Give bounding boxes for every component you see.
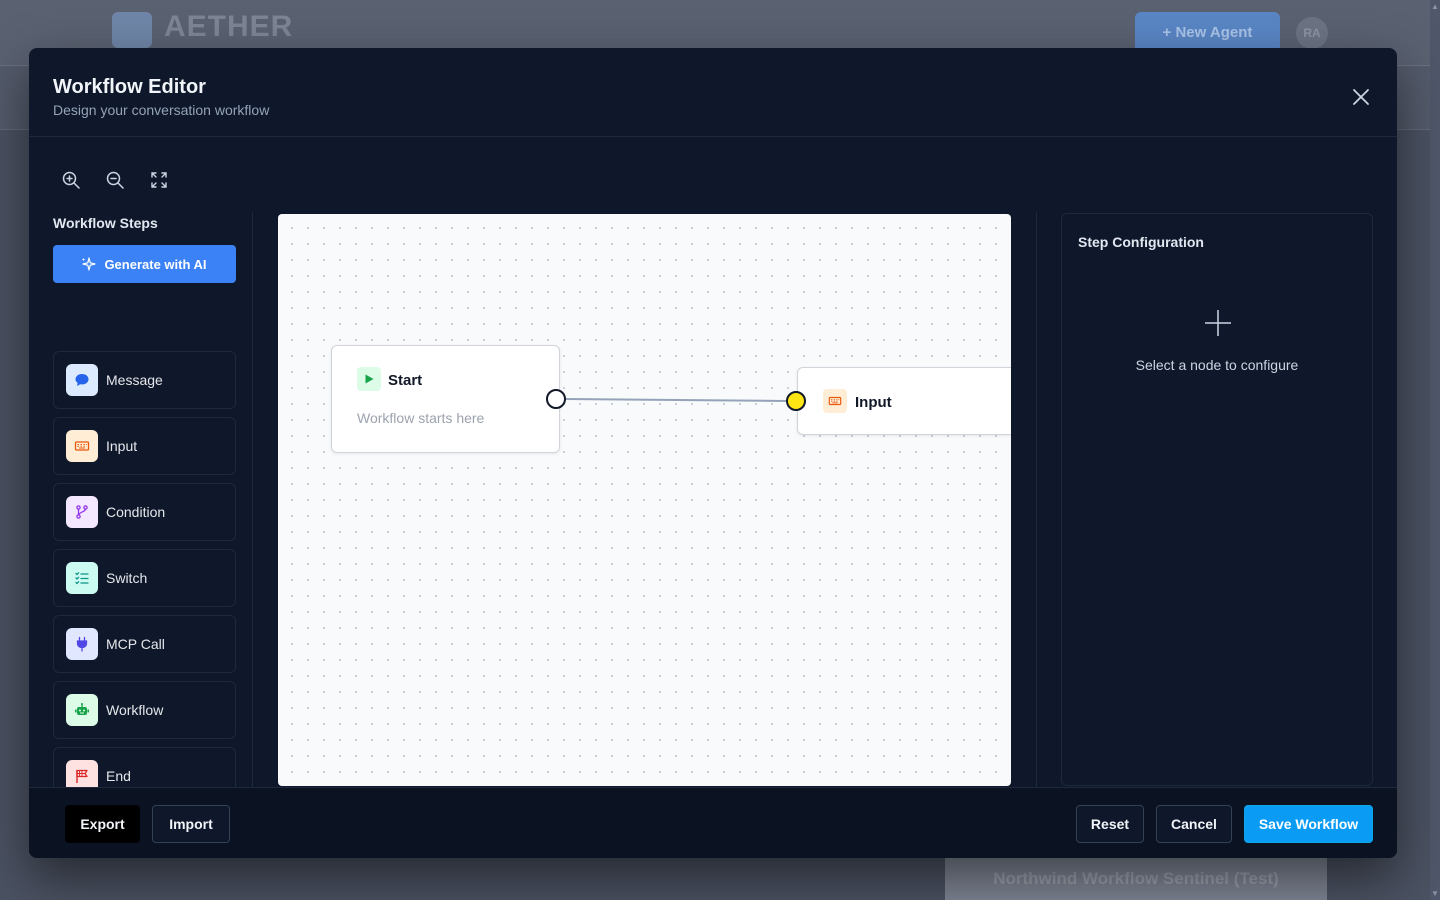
save-workflow-button[interactable]: Save Workflow: [1244, 805, 1373, 843]
start-node-title: Start: [388, 372, 423, 389]
step-item-label: Input: [106, 438, 138, 454]
zoom-in-icon: [62, 171, 80, 189]
new-agent-button: + New Agent: [1135, 12, 1280, 52]
page-scrollbar[interactable]: ▲ ▼: [1430, 0, 1440, 900]
plus-icon: [1205, 310, 1231, 336]
step-item-label: Message: [106, 372, 163, 388]
start-node-description: Workflow starts here: [357, 410, 485, 426]
step-item-mcp-call[interactable]: MCP Call: [53, 615, 236, 673]
zoom-toolbar: [59, 168, 171, 192]
step-item-condition[interactable]: Condition: [53, 483, 236, 541]
modal-footer: Export Import Reset Cancel Save Workflow: [29, 787, 1397, 858]
workflow-steps-panel: Workflow Steps Generate with AI Message …: [29, 212, 253, 805]
workflow-canvas[interactable]: Start Workflow starts here Input: [278, 214, 1011, 786]
sparkle-icon: [82, 257, 97, 271]
zoom-out-icon: [106, 171, 124, 189]
input-node[interactable]: Input: [797, 367, 1011, 435]
modal-title: Workflow Editor: [53, 76, 206, 98]
brand-name: AETHER: [164, 10, 294, 43]
start-node[interactable]: Start Workflow starts here: [331, 345, 560, 453]
step-item-label: MCP Call: [106, 636, 165, 652]
workflow-editor-modal: Workflow Editor Design your conversation…: [29, 48, 1397, 858]
zoom-in-button[interactable]: [59, 168, 83, 192]
step-item-input[interactable]: Input: [53, 417, 236, 475]
panel-divider: [1036, 212, 1037, 788]
generate-with-ai-label: Generate with AI: [104, 256, 207, 272]
start-output-handle[interactable]: [546, 389, 566, 409]
background-agent-card: Northwind Workflow Sentinel (Test): [945, 858, 1327, 900]
import-button[interactable]: Import: [152, 805, 230, 843]
modal-header: Workflow Editor Design your conversation…: [29, 48, 1397, 137]
cancel-button[interactable]: Cancel: [1156, 805, 1232, 843]
step-item-message[interactable]: Message: [53, 351, 236, 409]
export-button[interactable]: Export: [65, 805, 140, 843]
modal-subtitle: Design your conversation workflow: [53, 102, 270, 118]
message-icon: [66, 364, 98, 396]
fit-view-icon: [151, 172, 167, 188]
scroll-down-icon[interactable]: ▼: [1431, 889, 1439, 898]
step-item-switch[interactable]: Switch: [53, 549, 236, 607]
avatar: RA: [1296, 17, 1328, 49]
step-item-label: Condition: [106, 504, 166, 520]
steps-title: Workflow Steps: [53, 215, 158, 231]
plug-icon: [66, 628, 98, 660]
step-configuration-panel: Step Configuration Select a node to conf…: [1061, 213, 1373, 786]
play-icon: [357, 367, 381, 391]
scroll-up-icon[interactable]: ▲: [1431, 2, 1439, 11]
reset-button[interactable]: Reset: [1076, 805, 1144, 843]
connection-edge[interactable]: [278, 214, 1011, 786]
branch-icon: [66, 496, 98, 528]
keyboard-icon: [66, 430, 98, 462]
brand-logo-icon: [112, 12, 152, 48]
step-item-label: Workflow: [106, 702, 164, 718]
step-item-label: Switch: [106, 570, 148, 586]
close-button[interactable]: [1347, 83, 1375, 111]
input-node-title: Input: [855, 394, 892, 411]
step-item-label: End: [106, 768, 131, 784]
config-empty-text: Select a node to configure: [1135, 357, 1299, 373]
zoom-out-button[interactable]: [103, 168, 127, 192]
input-node-input-handle[interactable]: [786, 391, 806, 411]
step-item-workflow[interactable]: Workflow: [53, 681, 236, 739]
keyboard-icon: [823, 389, 847, 413]
config-title: Step Configuration: [1078, 234, 1204, 250]
generate-with-ai-button[interactable]: Generate with AI: [53, 245, 236, 283]
list-check-icon: [66, 562, 98, 594]
fit-view-button[interactable]: [147, 168, 171, 192]
close-icon: [1353, 89, 1369, 105]
robot-icon: [66, 694, 98, 726]
